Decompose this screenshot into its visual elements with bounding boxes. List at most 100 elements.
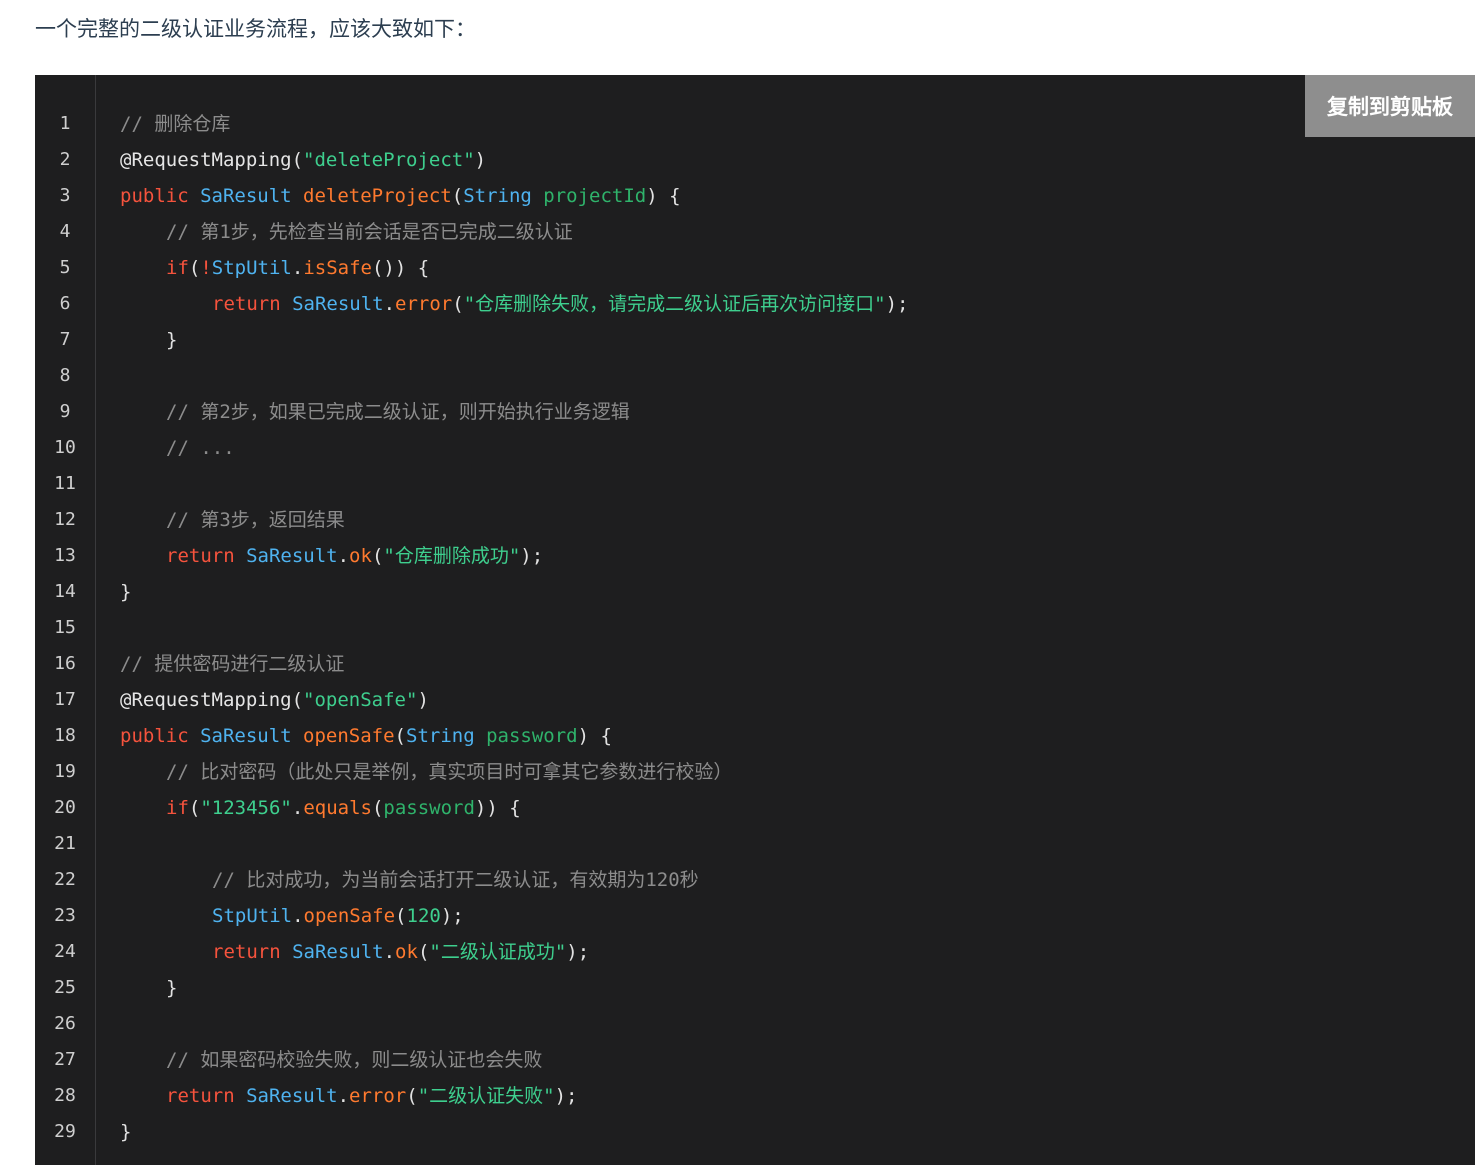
code-token-plain: ) { [577,725,612,747]
code-token-comment: // 比对密码（此处只是举例，真实项目时可拿其它参数进行校验） [166,761,733,783]
code-token-plain: ( [371,797,384,819]
code-token-kw: if [166,797,189,819]
code-token-plain: ) [417,689,429,711]
code-token-plain: . [383,293,396,315]
line-number: 10 [54,437,76,458]
code-token-fn: equals [303,797,372,819]
code-token-plain: } [166,977,178,999]
code-token-fn: ok [349,545,372,567]
code-line: @RequestMapping("deleteProject") [120,142,486,178]
code-token-anno: @RequestMapping [120,149,292,171]
code-token-comment: // 提供密码进行二级认证 [120,653,345,675]
line-number: 27 [54,1049,76,1070]
code-token-plain: . [291,257,304,279]
code-line: // 提供密码进行二级认证 [120,646,344,682]
code-token-plain: ) [474,149,487,171]
code-token-plain: . [337,1085,350,1107]
code-token-str: "二级认证成功" [429,941,567,963]
code-token-fn: openSafe [303,905,396,927]
code-token-fn: ok [395,941,418,963]
code-token-fn: isSafe [303,257,372,279]
code-token-fn: error [349,1085,407,1107]
copy-to-clipboard-button[interactable]: 复制到剪贴板 [1305,75,1475,137]
intro-text: 一个完整的二级认证业务流程，应该大致如下： [35,17,476,41]
code-token-plain: . [292,905,304,927]
line-number: 29 [54,1121,76,1142]
code-token-plain: ( [417,941,430,963]
line-number: 5 [59,257,71,278]
line-number: 23 [54,905,76,926]
line-number: 8 [59,365,71,386]
code-token-plain: } [166,329,178,351]
code-token-comment: // ... [166,437,235,459]
code-token-plain: )) { [474,797,521,819]
code-line: StpUtil.openSafe(120); [212,898,464,934]
line-number: 22 [54,869,76,890]
code-token-kw: return [212,293,293,315]
line-number: 18 [54,725,76,746]
code-token-kw: return [212,941,293,963]
code-token-type: SaResult [200,725,304,747]
code-token-type: SaResult [246,1085,338,1107]
code-token-comment: // 比对成功，为当前会话打开二级认证，有效期为120秒 [212,869,699,891]
code-token-str: "openSafe" [303,689,418,711]
code-line: return SaResult.ok("二级认证成功"); [212,934,589,970]
line-number: 16 [54,653,76,674]
code-token-plain: ( [451,185,464,207]
code-token-type: StpUtil [211,257,292,279]
line-number: 20 [54,797,76,818]
code-line: return SaResult.error("仓库删除失败，请完成二级认证后再次… [212,286,908,322]
code-line: @RequestMapping("openSafe") [120,682,429,718]
code-token-plain: } [120,581,132,603]
code-token-plain: ( [291,689,304,711]
line-number: 13 [54,545,76,566]
code-token-kw: if [166,257,189,279]
code-token-plain: ); [554,1085,578,1107]
line-number: 6 [59,293,71,314]
code-token-plain: ) { [646,185,681,207]
code-token-num: 120 [406,905,441,927]
line-number: 9 [59,401,71,422]
line-number: 14 [54,581,76,602]
code-token-fn: error [395,293,453,315]
code-token-plain: ); [885,293,909,315]
code-token-type: SaResult [292,293,384,315]
code-token-param: password [486,725,578,747]
code-token-fn: openSafe [303,725,395,747]
line-number: 24 [54,941,76,962]
code-token-str: "仓库删除失败，请完成二级认证后再次访问接口" [463,293,886,315]
code-token-plain: ); [566,941,590,963]
code-token-comment: // 删除仓库 [120,113,231,135]
code-block[interactable]: 1 2 3 4 5 6 7 8 9 10 11 12 13 14 15 16 17 18 19 20 21 22 23 24 2… [35,75,1475,1165]
line-number: 19 [54,761,76,782]
code-token-comment: // 如果密码校验失败，则二级认证也会失败 [166,1049,543,1071]
code-token-fn: deleteProject [303,185,452,207]
line-number: 28 [54,1085,76,1106]
code-token-plain: ( [395,905,407,927]
code-line: public SaResult openSafe(String password… [120,718,612,754]
code-token-plain: ( [188,257,201,279]
code-token-type: StpUtil [212,905,293,927]
code-token-type: String [406,725,487,747]
code-token-plain: ( [188,797,201,819]
code-token-plain: ( [394,725,406,747]
code-token-plain: ( [406,1085,418,1107]
code-line: } [120,1114,131,1150]
line-number: 15 [54,617,76,638]
code-token-comment: // 第2步，如果已完成二级认证，则开始执行业务逻辑 [166,401,630,423]
code-token-plain: . [337,545,350,567]
code-token-comment: // 第3步，返回结果 [166,509,345,531]
code-token-param: projectId [543,185,647,207]
code-line: } [166,970,177,1006]
line-number: 11 [54,473,76,494]
line-number: 25 [54,977,76,998]
code-token-plain: ); [520,545,544,567]
code-token-plain: ( [291,149,304,171]
line-number: 3 [59,185,71,206]
code-line: // 第3步，返回结果 [166,502,345,538]
code-line: // 第2步，如果已完成二级认证，则开始执行业务逻辑 [166,394,630,430]
code-token-plain: ( [452,293,464,315]
code-line: } [120,574,131,610]
code-line: } [166,322,177,358]
line-number: 7 [59,329,71,350]
